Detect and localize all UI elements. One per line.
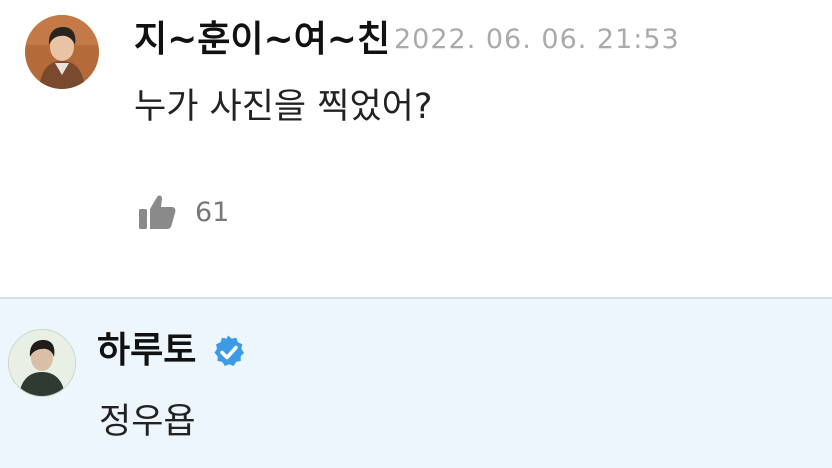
verified-badge-icon (212, 335, 246, 369)
avatar[interactable] (25, 15, 99, 89)
like-button[interactable] (137, 193, 177, 231)
reply-item: 하루토 정우욥 (0, 299, 832, 468)
comment-thread: 지~훈이~여~친 2022. 06. 06. 21:53 누가 사진을 찍었어?… (0, 0, 832, 468)
avatar-image (25, 15, 99, 89)
avatar[interactable] (8, 329, 76, 397)
comment-item: 지~훈이~여~친 2022. 06. 06. 21:53 누가 사진을 찍었어?… (0, 0, 832, 283)
comment-timestamp: 2022. 06. 06. 21:53 (394, 24, 680, 55)
reply-author[interactable]: 하루토 (97, 329, 196, 373)
comment-author[interactable]: 지~훈이~여~친 (134, 18, 390, 62)
reply-text: 정우욥 (99, 402, 196, 442)
thumbs-up-icon (139, 195, 176, 229)
like-count: 61 (195, 197, 230, 228)
comment-text: 누가 사진을 찍었어? (134, 87, 433, 127)
avatar-image (9, 330, 75, 396)
